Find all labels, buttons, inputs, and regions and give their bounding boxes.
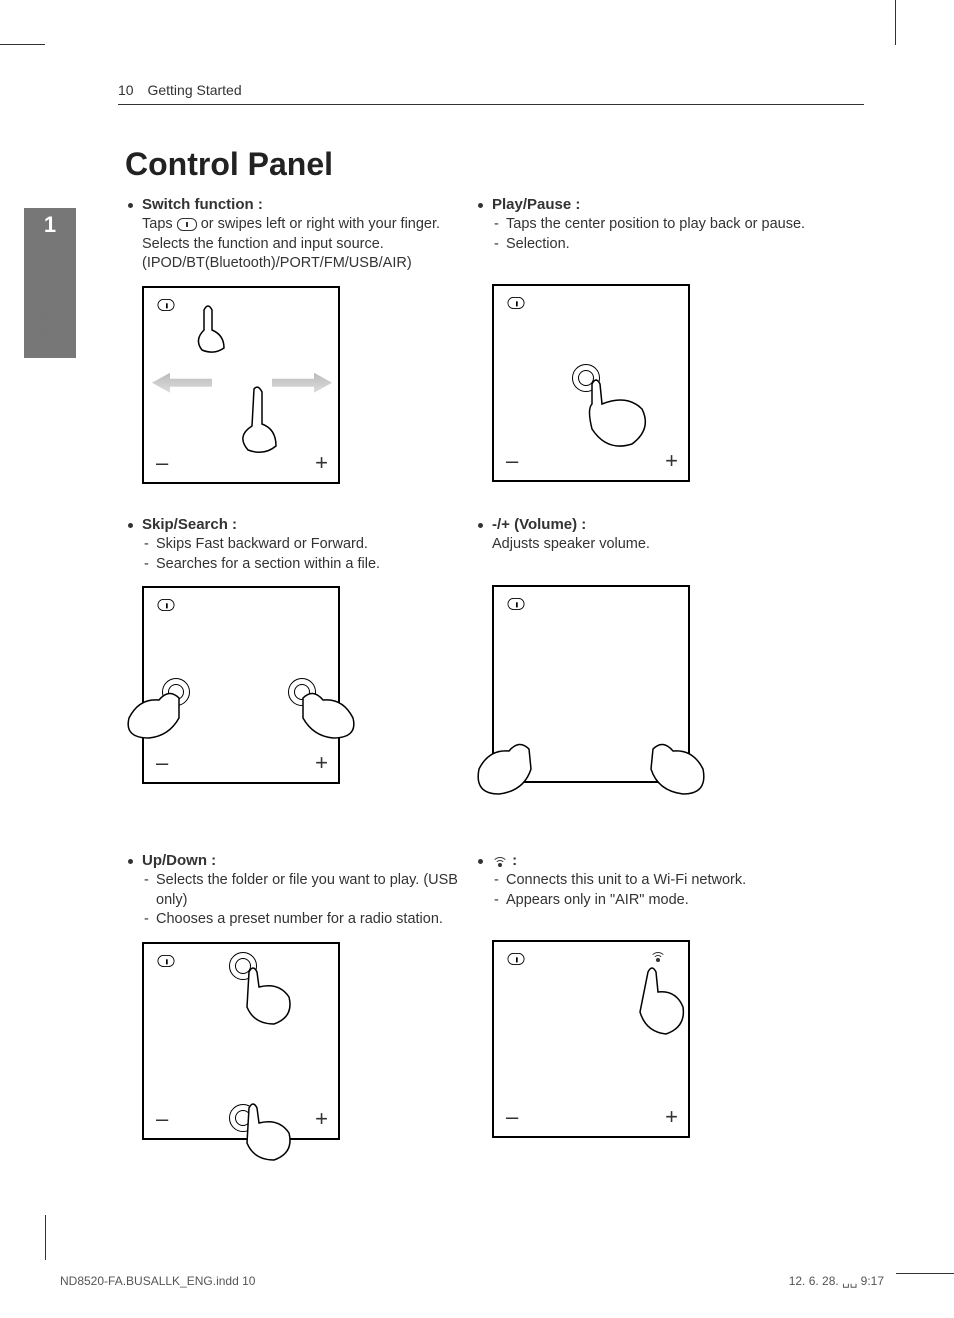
hand-icon xyxy=(224,384,294,464)
plus-icon: + xyxy=(315,1106,328,1132)
play-li1: Taps the center position to play back or… xyxy=(506,215,818,235)
skip-li1: Skips Fast backward or Forward. xyxy=(156,535,468,555)
hand-icon xyxy=(469,739,549,809)
updown-li2: Chooses a preset number for a radio stat… xyxy=(156,910,468,930)
diagram-volume: – + xyxy=(492,585,690,783)
switch-head: Switch function : xyxy=(142,196,263,213)
plus-icon: + xyxy=(315,450,328,476)
plus-icon: + xyxy=(665,448,678,474)
minus-icon: – xyxy=(506,448,518,474)
hand-icon xyxy=(119,688,189,748)
power-icon xyxy=(508,598,525,610)
hand-icon xyxy=(184,300,244,360)
hand-icon xyxy=(239,1098,309,1168)
crop-mark xyxy=(45,1215,46,1260)
page-number-top: 10 xyxy=(118,82,134,98)
chapter-side-label: Getting Started xyxy=(38,250,53,345)
volume-head: -/+ (Volume) : xyxy=(492,516,586,533)
wifi-icon xyxy=(650,950,666,962)
footer: ND8520-FA.BUSALLK_ENG.indd 10 12. 6. 28.… xyxy=(60,1274,884,1288)
skip-head: Skip/Search : xyxy=(142,516,237,533)
power-icon xyxy=(158,299,175,311)
wifi-icon xyxy=(492,855,508,867)
footer-timestamp: 12. 6. 28. ␣␣ 9:17 xyxy=(789,1274,884,1288)
play-li2: Selection. xyxy=(506,235,818,255)
skip-li2: Searches for a section within a file. xyxy=(156,555,468,575)
diagram-play: – + xyxy=(492,284,690,482)
power-icon xyxy=(177,218,197,231)
minus-icon: – xyxy=(156,1106,168,1132)
crop-mark xyxy=(896,1273,954,1274)
item-up-down: Up/Down : Selects the folder or file you… xyxy=(128,852,468,1140)
play-head: Play/Pause : xyxy=(492,196,580,213)
plus-icon: + xyxy=(315,750,328,776)
minus-icon: – xyxy=(156,450,168,476)
arrow-left-icon xyxy=(152,373,212,393)
power-icon xyxy=(158,599,175,611)
power-icon xyxy=(508,297,525,309)
wifi-li1: Connects this unit to a Wi-Fi network. xyxy=(506,871,818,891)
hand-icon xyxy=(293,688,363,748)
wifi-head: : xyxy=(492,852,517,869)
minus-icon: – xyxy=(156,750,168,776)
switch-desc: Taps or swipes left or right with your f… xyxy=(128,215,468,274)
item-skip-search: Skip/Search : Skips Fast backward or For… xyxy=(128,516,468,784)
minus-icon: – xyxy=(506,1104,518,1130)
running-header: 10 Getting Started xyxy=(118,82,864,105)
diagram-skip: – + xyxy=(142,586,340,784)
crop-mark xyxy=(895,0,896,45)
item-switch-function: Switch function : Taps or swipes left or… xyxy=(128,196,468,484)
item-play-pause: Play/Pause : Taps the center position to… xyxy=(478,196,818,482)
plus-icon: + xyxy=(665,1104,678,1130)
item-volume: -/+ (Volume) : Adjusts speaker volume. –… xyxy=(478,516,818,783)
updown-li1: Selects the folder or file you want to p… xyxy=(156,871,468,910)
diagram-wifi: – + xyxy=(492,940,690,1138)
updown-head: Up/Down : xyxy=(142,852,216,869)
footer-filename: ND8520-FA.BUSALLK_ENG.indd 10 xyxy=(60,1274,255,1288)
hand-icon xyxy=(239,962,309,1032)
volume-desc: Adjusts speaker volume. xyxy=(478,535,818,555)
wifi-li2: Appears only in "AIR" mode. xyxy=(506,891,818,911)
diagram-switch: – + xyxy=(142,286,340,484)
item-wifi: : Connects this unit to a Wi-Fi network.… xyxy=(478,852,818,1138)
hand-icon xyxy=(582,374,672,464)
hand-icon xyxy=(628,962,698,1042)
power-icon xyxy=(158,955,175,967)
power-icon xyxy=(508,953,525,965)
crop-mark xyxy=(0,44,45,45)
diagram-updown: – + xyxy=(142,942,340,1140)
section-name-top: Getting Started xyxy=(147,82,241,98)
hand-icon xyxy=(633,739,713,809)
chapter-number: 1 xyxy=(24,208,76,238)
page-title: Control Panel xyxy=(125,146,333,183)
